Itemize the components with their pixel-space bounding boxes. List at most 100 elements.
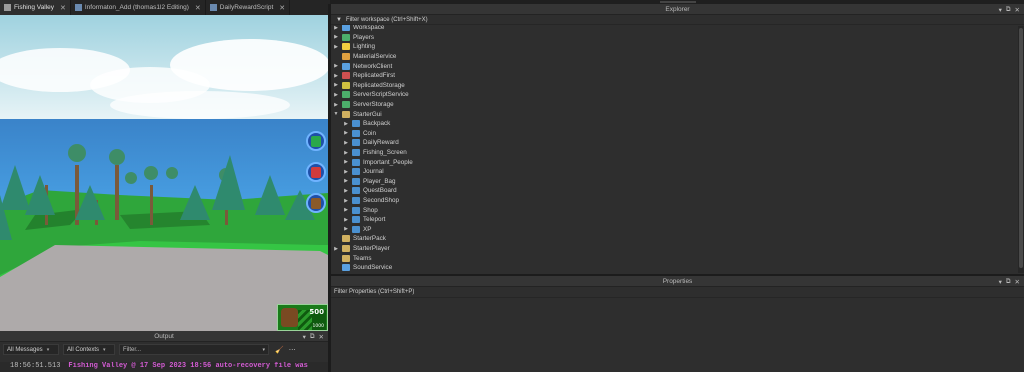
explorer-scrollbar[interactable] xyxy=(1018,26,1024,273)
tree-item[interactable]: ▶ DailyReward xyxy=(343,138,399,148)
chevron-down-icon[interactable]: ▾ xyxy=(999,6,1002,14)
tab-0[interactable]: Fishing Valley ✕ xyxy=(0,0,71,15)
tab-2[interactable]: DailyRewardScript ✕ xyxy=(206,0,291,15)
chevron-down-icon[interactable]: ▾ xyxy=(303,333,306,341)
explorer-filter-input[interactable]: ▼ Filter workspace (Ctrl+Shift+X) xyxy=(331,15,1024,25)
tree-item[interactable]: ▶ XP xyxy=(343,225,371,235)
tree-item[interactable]: ▶ Players xyxy=(333,33,374,43)
output-filter-input[interactable]: Filter... ▾ xyxy=(119,344,269,355)
expand-arrow-icon[interactable]: ▶ xyxy=(343,121,349,127)
lighting-icon xyxy=(342,43,350,51)
screen-gui-icon xyxy=(352,187,360,195)
chevron-down-icon: ▾ xyxy=(46,346,50,353)
expand-arrow-icon[interactable]: ▶ xyxy=(343,130,349,136)
close-icon[interactable]: ✕ xyxy=(1015,6,1020,14)
expand-arrow-icon[interactable]: ▶ xyxy=(343,169,349,175)
clear-output-icon[interactable]: 🧹 xyxy=(275,346,284,354)
server-storage-icon xyxy=(342,101,350,109)
properties-filter-placeholder: Filter Properties (Ctrl+Shift+P) xyxy=(334,289,415,295)
expand-arrow-icon[interactable]: ▶ xyxy=(343,207,349,213)
tree-item[interactable]: ▶ Backpack xyxy=(343,119,390,129)
contexts-filter-dropdown[interactable]: All Contexts ▾ xyxy=(63,344,115,355)
expand-arrow-icon[interactable]: ▶ xyxy=(343,178,349,184)
expand-arrow-icon[interactable]: ▶ xyxy=(343,198,349,204)
collapse-arrow-icon[interactable]: ▼ xyxy=(333,111,339,117)
player-bag-widget[interactable]: 500 1000 xyxy=(277,304,328,331)
tree-item[interactable]: ▶ Coin xyxy=(343,129,376,139)
game-viewport[interactable]: 500 1000 xyxy=(0,15,328,331)
undock-icon[interactable]: ⧉ xyxy=(310,333,315,341)
players-icon xyxy=(342,33,350,41)
tree-item[interactable]: ▶ Teleport xyxy=(343,215,385,225)
expand-arrow-icon[interactable]: ▶ xyxy=(343,150,349,156)
tree-item[interactable]: Teams xyxy=(333,253,372,263)
chevron-down-icon[interactable]: ▾ xyxy=(999,278,1002,286)
output-filter-placeholder: Filter... xyxy=(123,346,142,353)
expand-arrow-icon[interactable]: ▶ xyxy=(333,63,339,69)
tree-item[interactable]: ▶ QuestBoard xyxy=(343,186,397,196)
tree-item[interactable]: ▶ NetworkClient xyxy=(333,61,392,71)
tree-item[interactable]: ▶ SecondShop xyxy=(343,196,399,206)
tree-item[interactable]: ▶ Shop xyxy=(343,205,378,215)
tree-item[interactable]: ▶ StarterPlayer xyxy=(333,244,390,254)
expand-arrow-icon[interactable]: ▶ xyxy=(333,82,339,88)
journal-button[interactable] xyxy=(306,193,326,213)
tree-item[interactable]: ▶ Journal xyxy=(343,167,384,177)
chevron-down-icon: ▾ xyxy=(103,346,106,353)
screen-gui-icon xyxy=(352,158,360,166)
tree-item[interactable]: ▶ Fishing_Screen xyxy=(343,148,407,158)
tab-label: Fishing Valley xyxy=(14,4,54,11)
teleport-button[interactable] xyxy=(306,162,326,182)
explorer-panel: Explorer ▾ ⧉ ✕ ▼ Filter workspace (Ctrl+… xyxy=(331,4,1024,274)
close-icon[interactable]: ✕ xyxy=(279,4,285,12)
expand-arrow-icon[interactable]: ▶ xyxy=(343,140,349,146)
tree-item[interactable]: ▶ Workspace xyxy=(333,25,384,33)
explorer-title: Explorer xyxy=(665,5,690,13)
properties-filter-input[interactable]: Filter Properties (Ctrl+Shift+P) xyxy=(331,287,1024,298)
tree-item[interactable]: SoundService xyxy=(333,263,392,272)
expand-arrow-icon[interactable]: ▶ xyxy=(343,226,349,232)
starter-pack-icon xyxy=(342,235,350,243)
bag-max-count: 1000 xyxy=(312,324,324,329)
tree-item[interactable]: ▶ ServerScriptService xyxy=(333,90,409,100)
tab-1[interactable]: Informaton_Add (thomas1l2 Editing) ✕ xyxy=(71,0,206,15)
expand-arrow-icon[interactable]: ▶ xyxy=(343,188,349,194)
close-icon[interactable]: ✕ xyxy=(319,333,324,341)
tree-item-label: StarterGui xyxy=(353,110,382,118)
expand-arrow-icon[interactable]: ▶ xyxy=(333,44,339,50)
expand-arrow-icon[interactable]: ▶ xyxy=(333,34,339,40)
tree-item[interactable]: ▼ StarterGui xyxy=(333,109,382,119)
explorer-scrollbar-thumb[interactable] xyxy=(1019,28,1023,268)
tree-item-label: Shop xyxy=(363,206,378,214)
close-icon[interactable]: ✕ xyxy=(1015,278,1020,286)
chevron-down-icon[interactable]: ▾ xyxy=(262,347,265,353)
tree-item[interactable]: StarterPack xyxy=(333,234,386,244)
tree-item[interactable]: ▶ Important_People xyxy=(343,157,413,167)
expand-arrow-icon[interactable]: ▶ xyxy=(333,246,339,252)
expand-arrow-icon[interactable]: ▶ xyxy=(343,159,349,165)
expand-arrow-icon[interactable]: ▶ xyxy=(343,217,349,223)
panel-grip[interactable] xyxy=(660,1,696,3)
close-icon[interactable]: ✕ xyxy=(195,4,201,12)
screen-gui-icon xyxy=(352,177,360,185)
expand-arrow-icon[interactable]: ▶ xyxy=(333,102,339,108)
expand-arrow-icon[interactable]: ▶ xyxy=(333,92,339,98)
viewport-scene xyxy=(0,15,328,331)
tree-item-label: StarterPack xyxy=(353,235,386,243)
tree-item-label: SecondShop xyxy=(363,197,400,205)
tree-item[interactable]: MaterialService xyxy=(333,52,396,62)
tree-item[interactable]: ▶ ServerStorage xyxy=(333,100,394,110)
more-options-icon[interactable]: ⋯ xyxy=(289,346,296,354)
expand-arrow-icon[interactable]: ▶ xyxy=(333,73,339,79)
tree-item[interactable]: ▶ ReplicatedStorage xyxy=(333,81,405,91)
shop-button[interactable] xyxy=(306,131,326,151)
tree-item[interactable]: ▶ Lighting xyxy=(333,42,375,52)
messages-filter-dropdown[interactable]: All Messages ▾ xyxy=(3,344,59,355)
tree-item[interactable]: ▶ Player_Bag xyxy=(343,177,396,187)
undock-icon[interactable]: ⧉ xyxy=(1006,6,1011,14)
expand-arrow-icon[interactable]: ▶ xyxy=(333,25,339,31)
tree-item[interactable]: ▶ ReplicatedFirst xyxy=(333,71,395,81)
undock-icon[interactable]: ⧉ xyxy=(1006,278,1011,286)
close-icon[interactable]: ✕ xyxy=(60,4,66,12)
messages-filter-value: All Messages xyxy=(7,346,43,353)
